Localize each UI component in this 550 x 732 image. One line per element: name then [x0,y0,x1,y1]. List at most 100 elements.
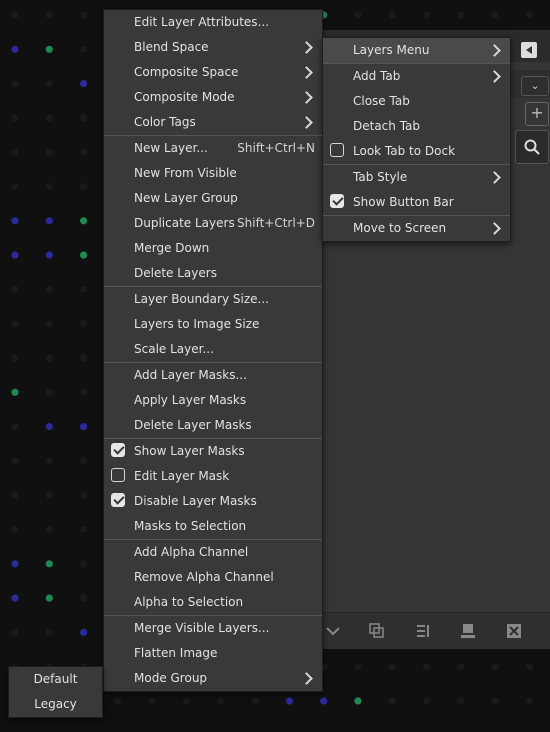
menu-item-label: New Layer... [134,141,208,155]
canvas-dot [80,628,88,637]
menu-item-duplicate-layers[interactable]: Duplicate Layers Shift+Ctrl+D [104,211,322,236]
menu-item-detach-tab[interactable]: Detach Tab [323,114,510,139]
canvas-dot [45,457,53,465]
menu-item-add-layer-masks[interactable]: Add Layer Masks... [104,363,322,388]
checkbox-unchecked-icon[interactable] [111,468,125,482]
menu-item-show-layer-masks[interactable]: Show Layer Masks [104,439,322,464]
menu-item-legacy[interactable]: Legacy [9,692,102,717]
menu-item-alpha-to-selection[interactable]: Alpha to Selection [104,590,322,615]
chevron-down-icon[interactable] [325,623,341,639]
canvas-dot [525,663,534,671]
canvas-dot [525,11,534,19]
menu-item-color-tags[interactable]: Color Tags [104,110,322,135]
menu-item-add-alpha-channel[interactable]: Add Alpha Channel [104,540,322,565]
menu-item-label: Remove Alpha Channel [134,570,274,584]
menu-item-remove-alpha-channel[interactable]: Remove Alpha Channel [104,565,322,590]
menu-item-label: Delete Layers [134,266,217,280]
duplicate-layer-icon[interactable] [369,623,385,639]
checkbox-unchecked-icon[interactable] [330,143,344,157]
canvas-dot [80,80,88,88]
menu-item-show-button-bar[interactable]: Show Button Bar [323,190,510,215]
canvas-dot [285,697,293,705]
search-button[interactable] [515,130,549,164]
menu-item-blend-space[interactable]: Blend Space [104,35,322,60]
tab-menu-icon[interactable] [521,42,537,58]
checkbox-checked-icon[interactable] [111,493,125,507]
menu-item-new-layer-group[interactable]: New Layer Group [104,186,322,211]
menu-item-label: Detach Tab [353,119,421,133]
menu-item-look-tab-to-dock[interactable]: Look Tab to Dock [323,139,510,164]
menu-item-move-to-screen[interactable]: Move to Screen [323,216,510,241]
canvas-dot [45,251,53,259]
checkbox-checked-icon[interactable] [330,194,344,208]
add-icon[interactable]: + [525,102,549,126]
menu-item-new-from-visible[interactable]: New From Visible [104,161,322,186]
canvas-dot [457,697,465,705]
menu-item-label: Show Button Bar [353,195,454,209]
canvas-dot [45,45,53,53]
menu-item-label: Delete Layer Masks [134,418,252,432]
canvas-dot [80,114,88,122]
chevron-right-icon [300,66,313,79]
menu-item-close-tab[interactable]: Close Tab [323,89,510,114]
menu-item-masks-to-selection[interactable]: Masks to Selection [104,514,322,539]
canvas-dot [45,148,53,156]
menu-item-label: Tab Style [353,170,408,184]
canvas-dot [11,45,19,53]
menu-item-merge-visible-layers[interactable]: Merge Visible Layers... [104,616,322,641]
canvas-dot [423,663,431,671]
menu-item-tab-style[interactable]: Tab Style [323,165,510,190]
canvas-dot [251,697,259,705]
menu-item-apply-layer-masks[interactable]: Apply Layer Masks [104,388,322,413]
canvas-dot [11,594,19,602]
menu-item-delete-layer-masks[interactable]: Delete Layer Masks [104,413,322,438]
menu-item-label: Add Layer Masks... [134,368,247,382]
canvas-dot [45,320,53,328]
canvas-dot [457,11,465,19]
menu-item-label: Add Alpha Channel [134,545,249,559]
canvas-dot [11,388,19,396]
menu-item-label: Close Tab [353,94,410,108]
canvas-dot [45,11,53,19]
dock-button-bar [319,612,550,649]
anchor-layer-icon[interactable] [460,623,476,639]
merge-down-icon[interactable] [415,623,431,639]
menu-item-label: Color Tags [134,115,196,129]
menu-item-delete-layers[interactable]: Delete Layers [104,261,322,286]
menu-item-new-layer[interactable]: New Layer... Shift+Ctrl+N [104,136,322,161]
menu-item-edit-layer-mask[interactable]: Edit Layer Mask [104,464,322,489]
canvas-dot [45,423,53,431]
checkbox-checked-icon[interactable] [111,443,125,457]
menu-item-merge-down[interactable]: Merge Down [104,236,322,261]
canvas-dot [11,251,19,259]
menu-item-layer-boundary-size[interactable]: Layer Boundary Size... [104,287,322,312]
menu-item-composite-mode[interactable]: Composite Mode [104,85,322,110]
menu-item-default[interactable]: Default [9,667,102,692]
mode-dropdown[interactable]: ⌄ [521,76,549,96]
canvas-dot [11,560,19,568]
canvas-dot [45,285,53,293]
menu-item-edit-layer-attributes[interactable]: Edit Layer Attributes... [104,10,322,35]
menu-item-disable-layer-masks[interactable]: Disable Layer Masks [104,489,322,514]
menu-item-flatten-image[interactable]: Flatten Image [104,641,322,666]
canvas-dot [354,11,362,19]
menu-item-label: Scale Layer... [134,342,214,356]
canvas-dot [491,11,499,19]
canvas-dot [11,423,19,431]
menu-item-layers-to-image-size[interactable]: Layers to Image Size [104,312,322,337]
canvas-dot [11,525,19,534]
delete-layer-icon[interactable] [506,623,522,639]
mode-group-submenu: Default Legacy [8,666,103,718]
canvas-dot [11,114,19,122]
chevron-right-icon [300,41,313,54]
menu-item-label: Duplicate Layers [134,216,235,230]
canvas-dot [45,182,53,191]
menu-item-layers-menu[interactable]: Layers Menu [323,38,510,63]
menu-item-label: Move to Screen [353,221,447,235]
menu-item-composite-space[interactable]: Composite Space [104,60,322,85]
menu-item-mode-group[interactable]: Mode Group [104,666,322,691]
menu-item-add-tab[interactable]: Add Tab [323,64,510,89]
menu-item-scale-layer[interactable]: Scale Layer... [104,337,322,362]
canvas-dot [11,11,19,19]
canvas-dot [11,217,19,225]
